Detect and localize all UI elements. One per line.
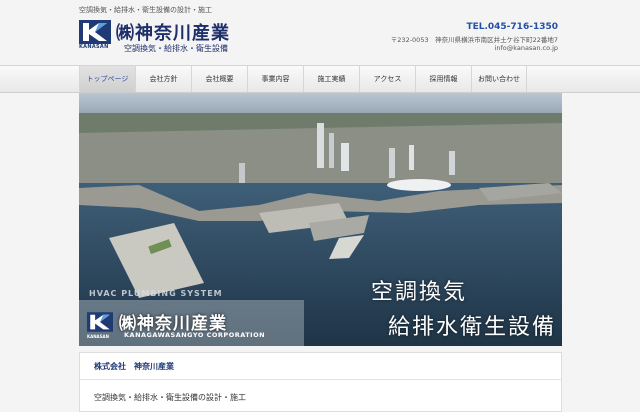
phone-number[interactable]: TEL.045-716-1350 xyxy=(466,22,558,32)
section-title: 株式会社 神奈川産業 xyxy=(94,362,174,371)
nav-item-works[interactable]: 施工実績 xyxy=(303,66,359,92)
content-card: 株式会社 神奈川産業 空調換気・給排水・衛生設備の設計・施工 xyxy=(79,352,562,412)
hero-banner: 空調換気 給排水衛生設備 HVAC PLUMBING SYSTEM KANASA… xyxy=(79,93,562,346)
hero-company-name-en: KANAGAWASANGYO CORPORATION xyxy=(124,331,266,339)
nav-item-recruit[interactable]: 採用情報 xyxy=(415,66,471,92)
company-logo-icon[interactable] xyxy=(79,20,111,44)
nav-item-business[interactable]: 事業内容 xyxy=(247,66,303,92)
hero-logo-text: KANASAN xyxy=(87,334,109,339)
nav-item-top[interactable]: トップページ xyxy=(79,66,135,92)
email-link[interactable]: info@kanasan.co.jp xyxy=(495,44,558,52)
nav-item-policy[interactable]: 会社方針 xyxy=(135,66,191,92)
company-description: 空調換気・給排水・衛生設備 xyxy=(124,44,228,53)
company-name[interactable]: ㈱神奈川産業 xyxy=(116,19,230,45)
hero-catch-line-2: 給排水衛生設備 xyxy=(387,315,556,340)
main-nav: トップページ 会社方針 会社概要 事業内容 施工実績 アクセス 採用情報 お問い… xyxy=(79,66,527,92)
page: 空調換気・給排水・衛生設備の設計・施工 KANASAN ㈱神奈川産業 空調換気・… xyxy=(0,0,640,412)
site-tagline: 空調換気・給排水・衛生設備の設計・施工 xyxy=(79,6,212,14)
hero-english-text: HVAC PLUMBING SYSTEM xyxy=(89,289,223,298)
nav-item-contact[interactable]: お問い合わせ xyxy=(471,66,527,92)
hero-catch-line-1: 空調換気 xyxy=(370,280,467,305)
section-body: 空調換気・給排水・衛生設備の設計・施工 xyxy=(94,393,246,402)
nav-item-access[interactable]: アクセス xyxy=(359,66,415,92)
hero-logo-icon xyxy=(87,312,113,332)
divider xyxy=(80,379,561,380)
nav-item-company[interactable]: 会社概要 xyxy=(191,66,247,92)
logo-text: KANASAN xyxy=(79,44,109,50)
address: 〒232-0053 神奈川県横浜市南区井土ケ谷下町22番地7 xyxy=(390,36,558,44)
